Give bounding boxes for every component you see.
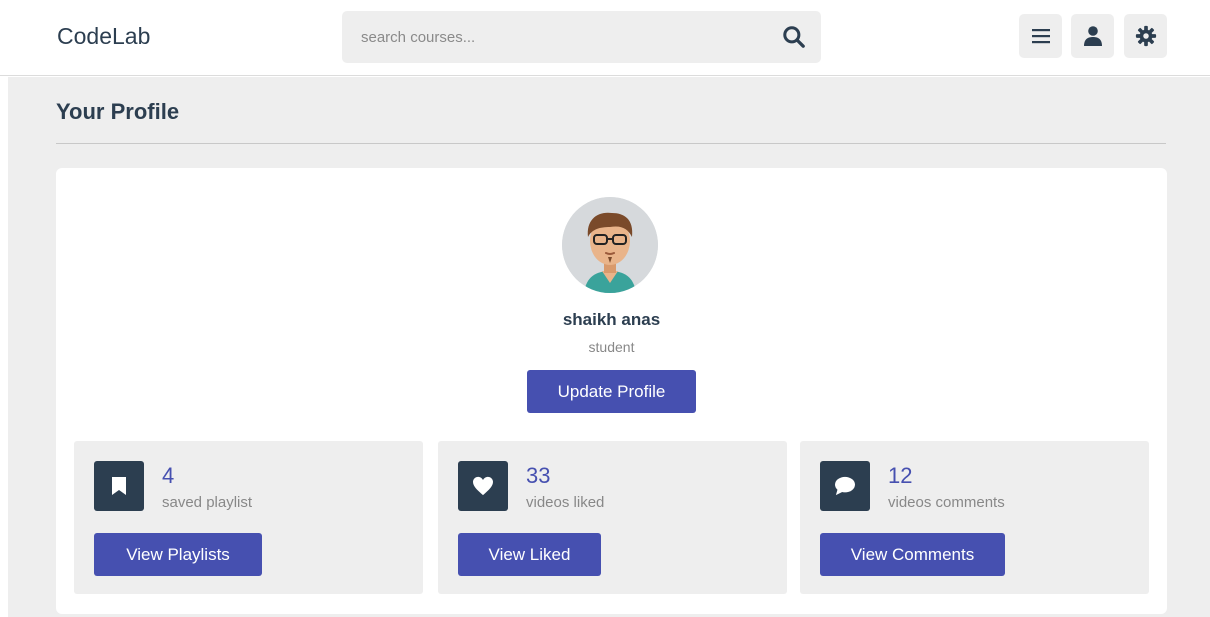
title-divider — [56, 143, 1166, 144]
user-role: student — [588, 339, 635, 355]
saved-playlist-box: 4 saved playlist View Playlists — [74, 441, 423, 594]
menu-icon[interactable] — [1019, 14, 1062, 58]
page-title: Your Profile — [56, 99, 180, 124]
profile-card: shaikh anas student Update Profile 4 sav… — [56, 168, 1167, 614]
user-icon[interactable] — [1071, 14, 1114, 58]
videos-liked-label: videos liked — [526, 494, 605, 511]
view-playlists-button[interactable]: View Playlists — [94, 533, 262, 576]
search-icon[interactable] — [781, 24, 807, 50]
bookmark-icon — [94, 461, 144, 511]
heart-icon — [458, 461, 508, 511]
settings-icon[interactable] — [1124, 14, 1167, 58]
videos-comments-label: videos comments — [888, 494, 1005, 511]
videos-liked-box: 33 videos liked View Liked — [438, 441, 787, 594]
update-profile-button[interactable]: Update Profile — [527, 370, 696, 413]
logo[interactable]: CodeLab — [57, 23, 150, 50]
comment-icon — [820, 461, 870, 511]
view-liked-button[interactable]: View Liked — [458, 533, 601, 576]
saved-playlist-label: saved playlist — [162, 494, 253, 511]
search-input[interactable] — [342, 11, 762, 63]
search-bar — [342, 11, 821, 63]
avatar — [562, 197, 658, 293]
user-name: shaikh anas — [562, 310, 661, 329]
top-header: CodeLab — [0, 0, 1210, 76]
view-comments-button[interactable]: View Comments — [820, 533, 1005, 576]
main-content: Your Profile shaikh anas student Update … — [8, 77, 1210, 617]
videos-comments-count: 12 — [888, 463, 913, 488]
videos-liked-count: 33 — [526, 463, 551, 488]
saved-playlist-count: 4 — [162, 463, 175, 488]
videos-comments-box: 12 videos comments View Comments — [800, 441, 1149, 594]
